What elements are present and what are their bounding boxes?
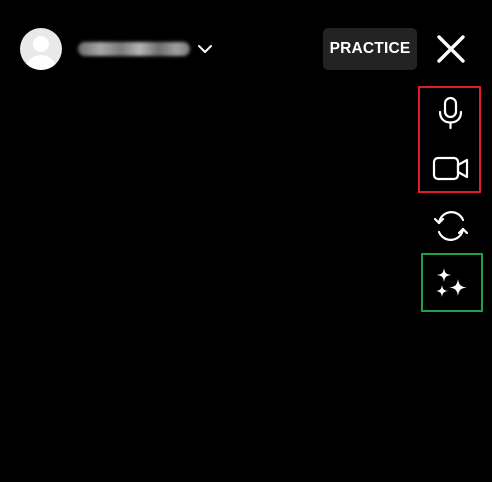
username-blurred xyxy=(78,42,190,56)
video-camera-icon xyxy=(432,156,469,181)
chevron-down-icon[interactable] xyxy=(196,40,214,58)
avatar-head xyxy=(33,36,49,52)
sparkles-icon xyxy=(436,268,467,297)
account-switcher[interactable] xyxy=(20,27,214,71)
microphone-button[interactable] xyxy=(433,95,469,131)
flip-camera-icon xyxy=(433,211,469,241)
avatar-body xyxy=(25,55,57,70)
flip-camera-button[interactable] xyxy=(432,207,470,245)
live-camera-screen: PRACTICE xyxy=(0,0,492,482)
camera-toggle-button[interactable] xyxy=(431,150,471,186)
close-icon[interactable] xyxy=(434,32,468,66)
practice-button[interactable]: PRACTICE xyxy=(323,28,417,70)
effects-button[interactable] xyxy=(433,266,469,302)
avatar xyxy=(20,28,62,70)
microphone-icon xyxy=(438,96,463,130)
